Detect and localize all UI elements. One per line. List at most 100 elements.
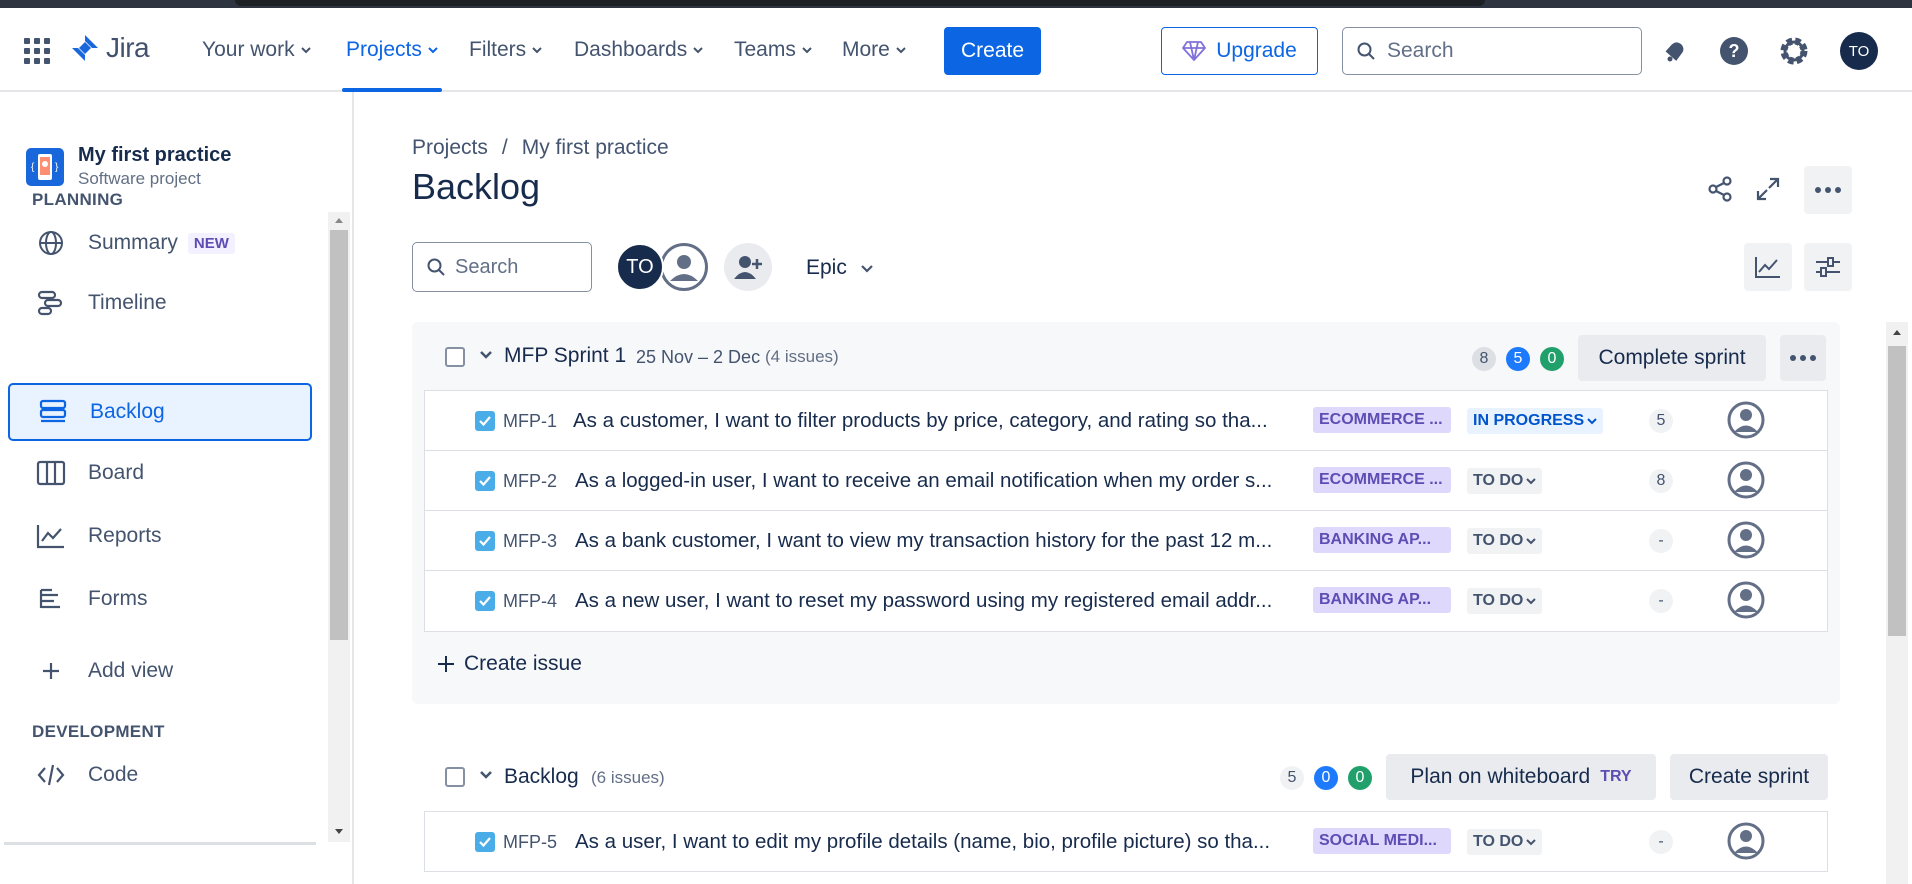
issue-summary[interactable]: As a bank customer, I want to view my tr… bbox=[575, 529, 1300, 553]
settings-gear-icon[interactable] bbox=[1779, 36, 1809, 66]
sidebar-divider bbox=[4, 842, 316, 845]
status-dropdown[interactable]: IN PROGRESS bbox=[1467, 408, 1604, 434]
nav-dashboards[interactable]: Dashboards bbox=[574, 38, 703, 62]
user-avatar[interactable]: TO bbox=[1840, 32, 1878, 70]
breadcrumb-project-link[interactable]: My first practice bbox=[522, 136, 669, 160]
sidebar-item-code[interactable]: Code bbox=[8, 746, 312, 804]
sidebar-item-timeline[interactable]: Timeline bbox=[8, 274, 312, 332]
add-people-icon[interactable] bbox=[724, 243, 772, 291]
sidebar-item-forms[interactable]: Forms bbox=[8, 570, 312, 628]
table-row[interactable]: MFP-2 As a logged-in user, I want to rec… bbox=[425, 451, 1827, 511]
code-icon bbox=[36, 760, 66, 790]
create-issue-button[interactable]: Create issue bbox=[436, 652, 582, 676]
expand-icon[interactable] bbox=[1745, 166, 1791, 212]
epic-lozenge[interactable]: BANKING AP... bbox=[1313, 587, 1451, 613]
status-dropdown[interactable]: TO DO bbox=[1467, 528, 1543, 554]
issue-summary[interactable]: As a user, I want to edit my profile det… bbox=[575, 830, 1300, 854]
unassigned-avatar-icon[interactable] bbox=[1727, 581, 1765, 619]
main-scrollbar[interactable] bbox=[1886, 322, 1908, 884]
complete-sprint-button[interactable]: Complete sprint bbox=[1578, 335, 1766, 381]
epic-lozenge[interactable]: SOCIAL MEDI... bbox=[1313, 828, 1451, 854]
table-row[interactable]: MFP-5 As a user, I want to edit my profi… bbox=[425, 812, 1827, 872]
create-button[interactable]: Create bbox=[944, 27, 1041, 75]
help-icon[interactable]: ? bbox=[1719, 36, 1749, 66]
table-row[interactable]: MFP-4 As a new user, I want to reset my … bbox=[425, 571, 1827, 631]
epic-lozenge[interactable]: ECOMMERCE ... bbox=[1313, 407, 1451, 433]
sidebar-item-board[interactable]: Board bbox=[8, 444, 312, 502]
avatar-filter-unassigned-icon[interactable] bbox=[660, 243, 708, 291]
story-points-badge[interactable]: - bbox=[1649, 529, 1673, 553]
nav-your-work[interactable]: Your work bbox=[202, 38, 311, 62]
project-header[interactable]: {} My first practice Software project bbox=[26, 144, 231, 189]
epic-filter-dropdown[interactable]: Epic bbox=[806, 256, 873, 280]
more-actions-icon[interactable] bbox=[1804, 166, 1852, 214]
chevron-down-icon bbox=[428, 47, 438, 54]
sprint-name[interactable]: MFP Sprint 1 bbox=[504, 344, 626, 368]
try-badge: TRY bbox=[1600, 768, 1632, 785]
sidebar-item-backlog[interactable]: Backlog bbox=[8, 383, 312, 441]
collapse-backlog-chevron-icon[interactable] bbox=[479, 770, 493, 780]
backlog-search-input[interactable]: Search bbox=[412, 242, 592, 292]
status-dropdown[interactable]: TO DO bbox=[1467, 588, 1543, 614]
unassigned-avatar-icon[interactable] bbox=[1727, 461, 1765, 499]
project-sidebar: {} My first practice Software project PL… bbox=[0, 92, 354, 884]
issue-summary[interactable]: As a new user, I want to reset my passwo… bbox=[575, 589, 1300, 613]
issue-summary[interactable]: As a customer, I want to filter products… bbox=[573, 409, 1298, 433]
status-dropdown[interactable]: TO DO bbox=[1467, 468, 1543, 494]
upgrade-button[interactable]: Upgrade bbox=[1161, 27, 1318, 75]
backlog-name[interactable]: Backlog bbox=[504, 765, 579, 789]
sidebar-scrollbar-thumb[interactable] bbox=[330, 230, 348, 640]
scroll-down-arrow-icon[interactable] bbox=[334, 828, 344, 836]
collapse-sprint-chevron-icon[interactable] bbox=[479, 350, 493, 360]
sidebar-item-summary[interactable]: Summary NEW bbox=[8, 214, 312, 272]
nav-projects[interactable]: Projects bbox=[346, 38, 438, 62]
table-row[interactable]: MFP-3 As a bank customer, I want to view… bbox=[425, 511, 1827, 571]
status-dropdown[interactable]: TO DO bbox=[1467, 829, 1543, 855]
project-type: Software project bbox=[78, 169, 201, 188]
issue-summary[interactable]: As a logged-in user, I want to receive a… bbox=[575, 469, 1300, 493]
jira-logo[interactable]: Jira bbox=[70, 32, 150, 64]
issue-key[interactable]: MFP-4 bbox=[503, 591, 557, 612]
issue-key[interactable]: MFP-5 bbox=[503, 832, 557, 853]
sprint-select-checkbox[interactable] bbox=[445, 347, 465, 367]
issue-key[interactable]: MFP-3 bbox=[503, 531, 557, 552]
avatar-filter-to[interactable]: TO bbox=[616, 243, 664, 291]
diamond-icon bbox=[1182, 41, 1207, 61]
timeline-icon bbox=[36, 288, 66, 318]
chevron-down-icon bbox=[1526, 598, 1537, 605]
epic-lozenge[interactable]: ECOMMERCE ... bbox=[1313, 467, 1451, 493]
global-search-input[interactable]: Search bbox=[1342, 27, 1642, 75]
view-settings-sliders-icon[interactable] bbox=[1804, 243, 1852, 291]
backlog-done-count: 0 bbox=[1348, 766, 1372, 790]
plan-on-whiteboard-button[interactable]: Plan on whiteboard TRY bbox=[1386, 754, 1656, 800]
table-row[interactable]: MFP-1 As a customer, I want to filter pr… bbox=[425, 391, 1827, 451]
sidebar-item-reports[interactable]: Reports bbox=[8, 507, 312, 565]
nav-filters[interactable]: Filters bbox=[469, 38, 542, 62]
story-points-badge[interactable]: - bbox=[1649, 830, 1673, 854]
create-sprint-button[interactable]: Create sprint bbox=[1670, 754, 1828, 800]
unassigned-avatar-icon[interactable] bbox=[1727, 822, 1765, 860]
unassigned-avatar-icon[interactable] bbox=[1727, 401, 1765, 439]
app-switcher-icon[interactable] bbox=[24, 38, 50, 64]
scroll-up-arrow-icon[interactable] bbox=[1892, 328, 1902, 336]
epic-lozenge[interactable]: BANKING AP... bbox=[1313, 527, 1451, 553]
share-icon[interactable] bbox=[1697, 166, 1743, 212]
issue-key[interactable]: MFP-2 bbox=[503, 471, 557, 492]
sidebar-item-add-view[interactable]: Add view bbox=[8, 642, 312, 700]
plan-label: Plan on whiteboard bbox=[1410, 765, 1591, 788]
scroll-up-arrow-icon[interactable] bbox=[334, 216, 344, 224]
notifications-bell-icon[interactable] bbox=[1660, 36, 1690, 66]
story-points-badge[interactable]: 8 bbox=[1649, 469, 1673, 493]
sprint-more-actions-icon[interactable] bbox=[1780, 335, 1826, 381]
issue-key[interactable]: MFP-1 bbox=[503, 411, 557, 432]
main-scrollbar-thumb[interactable] bbox=[1888, 346, 1906, 636]
sidebar-scrollbar[interactable] bbox=[328, 212, 350, 842]
insights-chart-icon[interactable] bbox=[1744, 243, 1792, 291]
nav-more[interactable]: More bbox=[842, 38, 906, 62]
story-points-badge[interactable]: 5 bbox=[1649, 409, 1673, 433]
backlog-select-checkbox[interactable] bbox=[445, 767, 465, 787]
unassigned-avatar-icon[interactable] bbox=[1727, 521, 1765, 559]
breadcrumb-projects-link[interactable]: Projects bbox=[412, 136, 488, 160]
nav-teams[interactable]: Teams bbox=[734, 38, 812, 62]
story-points-badge[interactable]: - bbox=[1649, 589, 1673, 613]
